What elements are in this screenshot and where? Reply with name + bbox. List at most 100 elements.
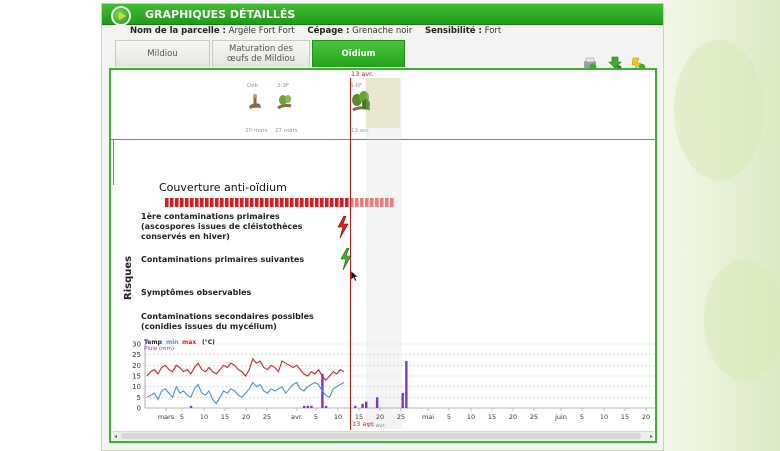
scrollbar-thumb[interactable]	[121, 433, 641, 439]
page-background-left	[0, 0, 100, 451]
scroll-right-icon[interactable]: ▸	[650, 433, 653, 440]
couverture-segment	[385, 198, 389, 207]
y-tick-label: 15	[132, 373, 141, 381]
couverture-segment	[225, 198, 229, 207]
legend-temp: Temp	[144, 339, 163, 346]
sensibilite-value: Fort	[484, 26, 502, 36]
cepage-value: Grenache noir	[352, 26, 413, 36]
couverture-segment	[310, 198, 314, 207]
x-tick-label: 5	[180, 413, 184, 421]
couverture-segment	[290, 198, 294, 207]
couverture-segment	[250, 198, 254, 207]
couverture-segment	[330, 198, 334, 207]
couverture-segment	[215, 198, 219, 207]
couverture-bar	[165, 198, 394, 207]
risk-row-primary-next: Contaminations primaires suivantes	[141, 255, 305, 264]
temp-max-line	[146, 357, 345, 382]
window-titlebar: GRAPHIQUES DÉTAILLÉS	[102, 4, 663, 26]
legend-rain: Pluie (mm)	[144, 346, 174, 352]
x-tick-label: 15	[621, 413, 629, 421]
weather-chart: 0 5 10 15 20 25 30 mars 5 10 15 20 25 avr. 5 10 15 20 25 m…	[132, 339, 655, 421]
stage-deb-image	[249, 94, 261, 109]
risques-axis-label: Risques	[123, 255, 134, 300]
oidium-chart-panel: Déb 20 mars 2-3F 27 mars 5-6F 13 avr. Co…	[109, 68, 657, 443]
couverture-segment	[195, 198, 199, 207]
rain-bar	[189, 405, 193, 408]
rain-bar	[401, 393, 404, 408]
x-tick-label: avr.	[291, 413, 303, 421]
x-tick-label: mars	[158, 413, 175, 421]
x-tick-label: 5	[447, 413, 451, 421]
x-tick-label: 10	[200, 413, 208, 421]
rain-bar	[306, 405, 309, 408]
x-tick-label: 5	[580, 413, 584, 421]
couverture-segment	[205, 198, 209, 207]
rain-bar	[361, 403, 364, 408]
parcel-info: Nom de la parcelle : Argèle Fort Fort Cé…	[130, 26, 501, 36]
couverture-title: Couverture anti-oïdium	[159, 181, 287, 194]
y-tick-label: 25	[132, 351, 141, 359]
x-tick-label: 25	[530, 413, 538, 421]
x-tick-label: 20	[376, 413, 384, 421]
tab-mildiou[interactable]: Mildiou	[115, 40, 210, 67]
couverture-segment	[275, 198, 279, 207]
x-tick-label: 20	[509, 413, 517, 421]
couverture-segment	[325, 198, 329, 207]
risk-row-primary-first: 1ère contaminations primaires (ascospore…	[141, 212, 303, 241]
stage-code-3: 5-6F	[350, 83, 363, 89]
couverture-segment	[240, 198, 244, 207]
y-tick-label: 0	[137, 405, 141, 413]
couverture-segment	[200, 198, 204, 207]
couverture-segment	[305, 198, 309, 207]
tab-oidium[interactable]: Oïdium	[312, 40, 405, 67]
horizontal-scrollbar[interactable]: ◂ ▸	[113, 431, 654, 441]
window-title: GRAPHIQUES DÉTAILLÉS	[145, 8, 296, 21]
x-tick-label: 25	[397, 413, 405, 421]
scroll-left-icon[interactable]: ◂	[114, 433, 117, 440]
x-tick-label: 10	[600, 413, 608, 421]
couverture-segment	[285, 198, 289, 207]
couverture-segment	[245, 198, 249, 207]
rain-bar	[375, 397, 379, 408]
couverture-segment	[270, 198, 274, 207]
couverture-segment	[230, 198, 234, 207]
couverture-segment	[235, 198, 239, 207]
couverture-segment	[190, 198, 194, 207]
risk-row-secondary: Contaminations secondaires possibles (co…	[141, 312, 314, 331]
today-marker-line	[350, 78, 351, 430]
couverture-segment	[185, 198, 189, 207]
x-tick-label: mai	[422, 413, 434, 421]
couverture-segment	[165, 198, 169, 207]
couverture-segment	[365, 198, 369, 207]
stage-date-2: 27 mars	[275, 128, 298, 134]
y-tick-label: 30	[132, 341, 141, 349]
couverture-segment	[390, 198, 394, 207]
rain-bar	[302, 405, 306, 408]
mouse-cursor-icon	[351, 271, 359, 282]
tab-maturation-oeufs-mildiou[interactable]: Maturation des œufs de Mildiou	[212, 40, 310, 67]
couverture-segment	[320, 198, 324, 207]
rain-bar	[354, 405, 357, 408]
risk-row-symptoms: Symptômes observables	[141, 288, 252, 297]
x-tick-label: 20	[242, 413, 250, 421]
primary-contamination-red-bolt-icon	[337, 216, 349, 238]
couverture-segment	[265, 198, 269, 207]
x-tick-label: 20	[642, 413, 650, 421]
couverture-segment	[255, 198, 259, 207]
app-logo-icon	[111, 6, 131, 26]
x-tick-label: 10	[467, 413, 475, 421]
couverture-segment	[175, 198, 179, 207]
couverture-segment	[315, 198, 319, 207]
stage-date-1: 20 mars	[245, 128, 268, 134]
forecast-end-label: 17 avr.	[367, 423, 386, 429]
parcelle-label: Nom de la parcelle :	[130, 26, 226, 36]
y-tick-label: 20	[132, 362, 141, 370]
rain-bar	[310, 405, 313, 408]
couverture-segment	[295, 198, 299, 207]
stage-2-3f-image	[277, 95, 292, 110]
couverture-segment	[360, 198, 364, 207]
couverture-segment	[375, 198, 379, 207]
cepage-label: Cépage :	[307, 26, 350, 36]
tab-mildiou-label: Mildiou	[147, 49, 178, 59]
x-tick-label: 10	[334, 413, 342, 421]
